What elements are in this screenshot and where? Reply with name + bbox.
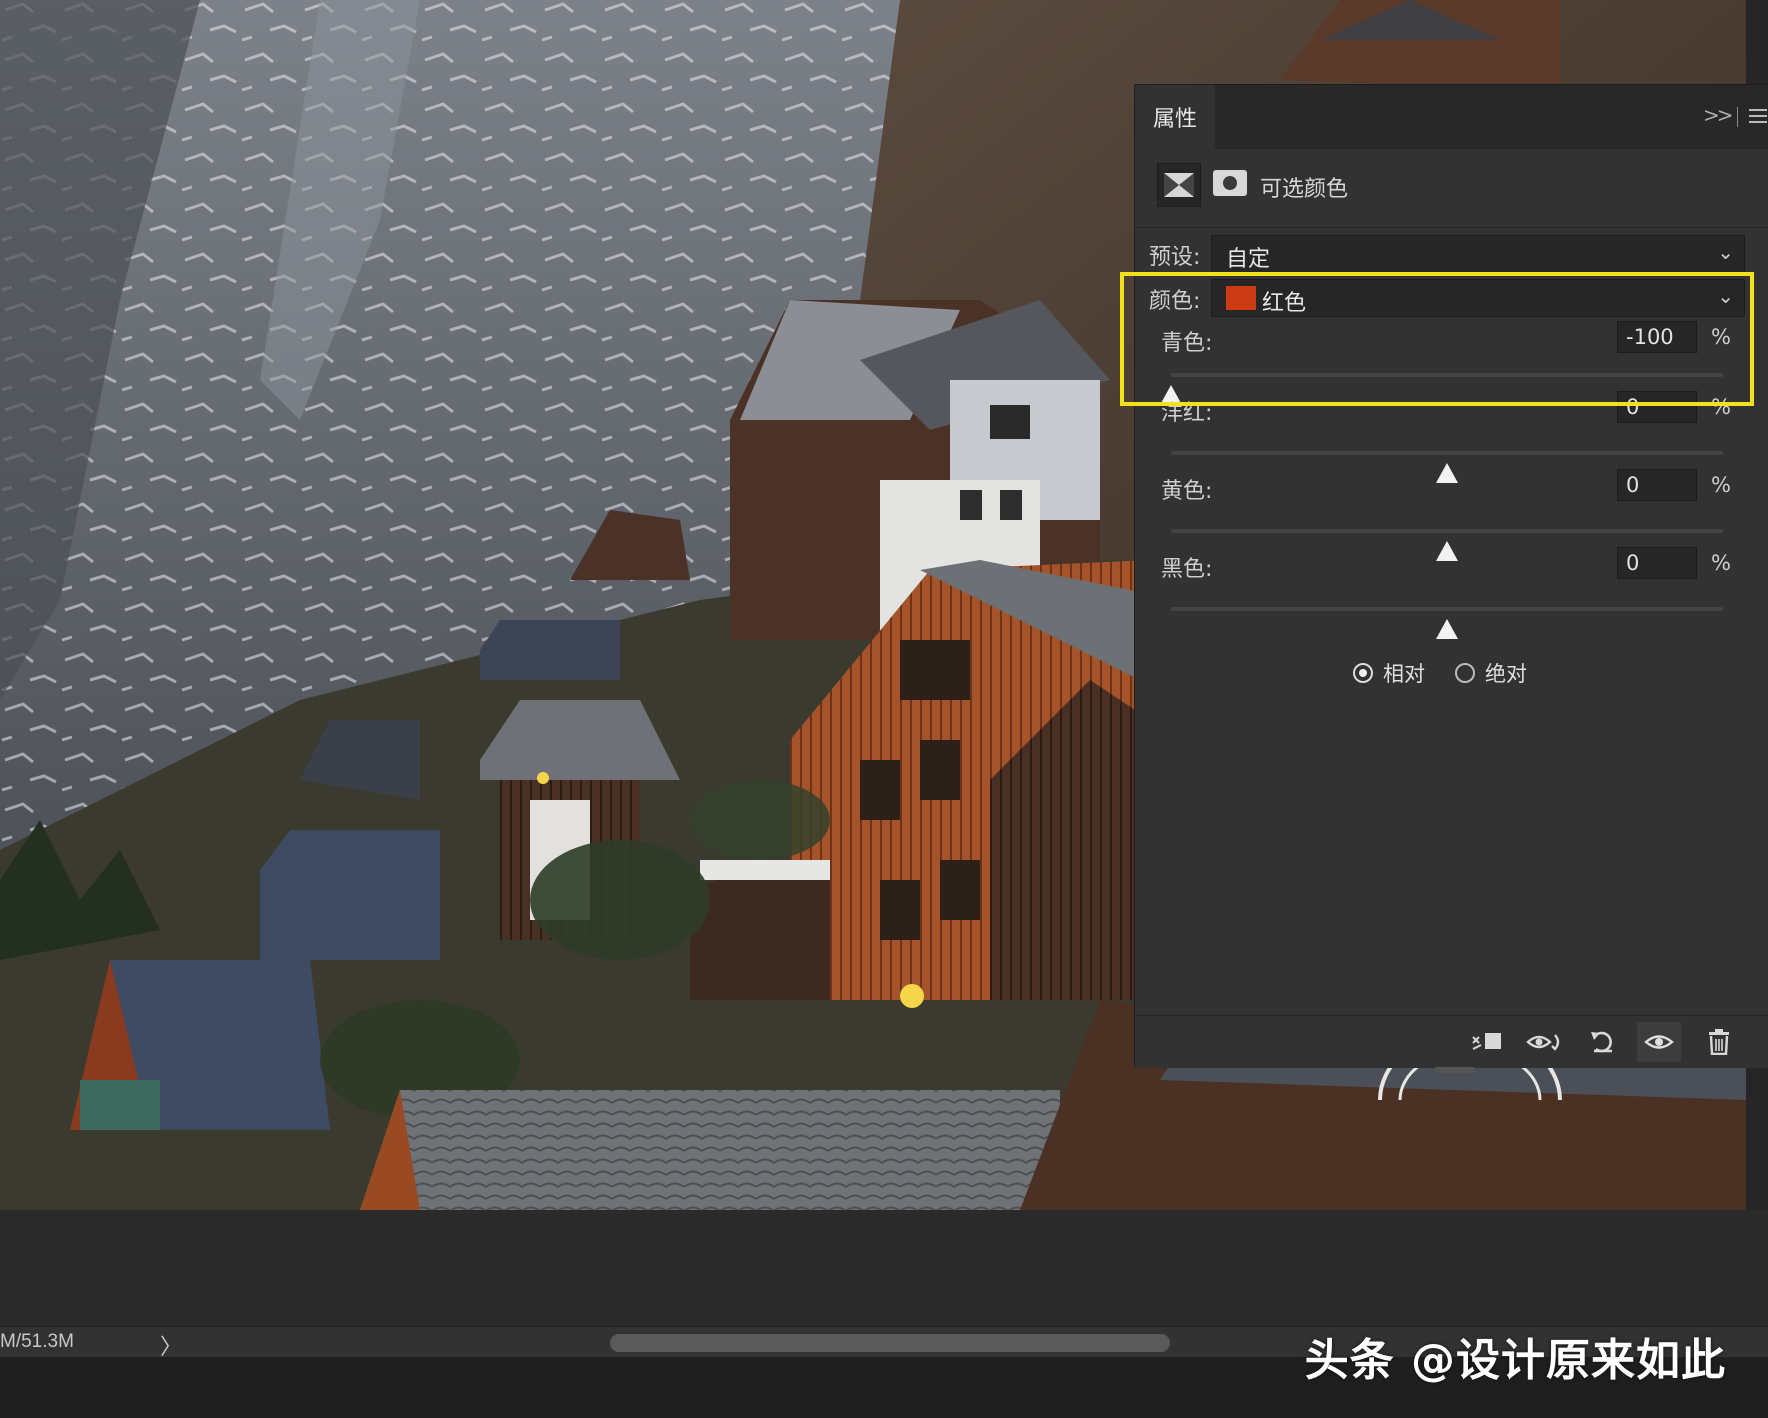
magenta-slider-track[interactable] xyxy=(1171,451,1723,455)
black-slider-track[interactable] xyxy=(1171,607,1723,611)
absolute-radio[interactable] xyxy=(1455,663,1475,683)
trash-icon xyxy=(1709,1029,1729,1055)
reset-button[interactable] xyxy=(1581,1022,1625,1062)
panel-menu-icon[interactable] xyxy=(1749,109,1767,127)
black-slider-thumb[interactable] xyxy=(1436,619,1458,639)
black-value-field[interactable]: 0 xyxy=(1617,547,1697,579)
properties-panel: 属性 >> 可选颜色 预设: 自定 ⌄ 颜色: 红色 ⌄ 青色: -100 % … xyxy=(1134,84,1768,1073)
collapse-panel-icon[interactable]: >> xyxy=(1703,103,1733,127)
divider xyxy=(1737,107,1738,127)
yellow-value-field[interactable]: 0 xyxy=(1617,469,1697,501)
annotation-highlight-box xyxy=(1120,272,1754,406)
preset-select[interactable]: 自定 ⌄ xyxy=(1211,235,1745,273)
panel-resize-grip[interactable] xyxy=(1435,1067,1475,1073)
yellow-label: 黄色: xyxy=(1161,479,1213,504)
clip-to-layer-button[interactable] xyxy=(1465,1022,1509,1062)
horizontal-scrollbar[interactable] xyxy=(610,1334,1170,1352)
toggle-visibility-button[interactable] xyxy=(1637,1022,1681,1062)
view-previous-state-icon xyxy=(1526,1034,1560,1051)
view-previous-state-button[interactable] xyxy=(1523,1022,1567,1062)
magenta-slider-thumb[interactable] xyxy=(1436,463,1458,483)
watermark: 头条 @设计原来如此 xyxy=(1304,1335,1726,1386)
chevron-down-icon: ⌄ xyxy=(1717,240,1734,264)
preset-label: 预设: xyxy=(1149,245,1201,270)
panel-tab-bar: 属性 >> xyxy=(1135,85,1768,149)
adjustment-layer-icon[interactable] xyxy=(1157,163,1201,207)
yellow-unit: % xyxy=(1711,473,1731,497)
relative-label: 相对 xyxy=(1383,662,1425,686)
panel-footer xyxy=(1135,1015,1768,1068)
workspace-background xyxy=(0,1210,1768,1326)
absolute-label: 绝对 xyxy=(1485,662,1527,686)
delete-button[interactable] xyxy=(1697,1022,1741,1062)
document-size: M/51.3M xyxy=(0,1331,74,1352)
black-label: 黑色: xyxy=(1161,557,1213,582)
clip-to-layer-icon xyxy=(1472,1033,1501,1050)
yellow-slider-thumb[interactable] xyxy=(1436,541,1458,561)
yellow-slider-track[interactable] xyxy=(1171,529,1723,533)
visibility-eye-icon xyxy=(1644,1035,1674,1049)
tab-properties[interactable]: 属性 xyxy=(1135,85,1215,149)
layer-mask-icon[interactable] xyxy=(1213,170,1247,196)
black-unit: % xyxy=(1711,551,1731,575)
relative-radio[interactable] xyxy=(1353,663,1373,683)
preset-value: 自定 xyxy=(1226,247,1271,272)
adjustment-title: 可选颜色 xyxy=(1260,177,1349,202)
reset-icon xyxy=(1591,1031,1612,1053)
